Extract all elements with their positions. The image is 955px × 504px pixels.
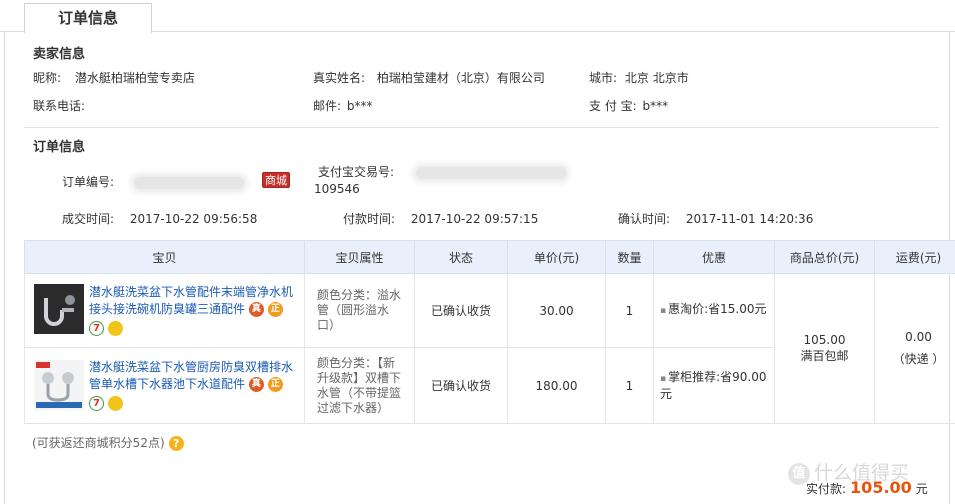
authentic-icon[interactable]: 真 [248,376,264,392]
item-price: 180.00 [507,347,606,424]
service-guarantee-icon[interactable] [108,395,123,411]
alipay-trade-suffix: 109546 [314,182,360,196]
item-discount-text: 惠淘价:省15.00元 [668,302,767,316]
confirm-time-label: 确认时间: [618,212,671,226]
item-cell: 潜水艇洗菜盆下水管配件末端管净水机接头接洗碗机防臭罐三通配件 真正 7 [24,273,305,348]
seller-email-value: b*** [346,99,373,113]
seller-email: 邮件: b*** [313,97,373,114]
confirm-time-value: 2017-11-01 14:20:36 [685,212,814,226]
help-icon[interactable]: ? [168,436,184,451]
column-header: 状态 [414,240,508,274]
seller-section-title: 卖家信息 [33,47,86,62]
column-header: 宝贝 [24,240,305,274]
section-divider [24,127,939,128]
service-guarantee-icon[interactable] [108,320,123,336]
seller-alipay-value: b*** [642,99,669,113]
column-header: 单价(元) [507,240,606,274]
confirm-time: 确认时间: 2017-11-01 14:20:36 [618,210,813,227]
column-header: 运费(元) [874,240,955,274]
seven-day-return-icon[interactable]: 7 [89,395,104,411]
seller-phone-label: 联系电话: [33,99,86,113]
payment-unit: 元 [915,482,928,496]
item-discount: ▪ 掌柜推荐:省90.00元 [653,347,775,424]
seller-alipay: 支 付 宝: b*** [589,97,668,114]
seller-city: 城市: 北京 北京市 [589,69,689,86]
item-status: 已确认收货 [414,273,508,348]
authentic-icon[interactable]: 真 [248,301,264,317]
column-header: 优惠 [653,240,775,274]
pay-time: 付款时间: 2017-10-22 09:57:15 [343,210,538,227]
item-attribute: 颜色分类：溢水管（圆形溢水口） [304,273,415,348]
genuine-icon[interactable]: 正 [267,301,283,317]
seller-realname-label: 真实姓名: [313,71,366,85]
seller-nickname-label: 昵称: [33,71,62,85]
seller-city-value: 北京 北京市 [624,71,689,85]
item-attribute: 颜色分类：【新升级款】双槽下水管（不带提篮过滤下水器） [304,347,415,424]
seller-nickname-value: 潜水艇柏瑞柏莹专卖店 [74,71,195,85]
item-quantity: 1 [605,273,654,348]
payment-amount: 105.00 [850,478,912,497]
item-discount-text: 掌柜推荐:省90.00元 [660,369,767,401]
seller-city-label: 城市: [589,71,618,85]
table-row: 潜水艇洗菜盆下水管配件末端管净水机接头接洗碗机防臭罐三通配件 真正 7 颜色分类… [24,273,955,424]
order-number: 订单编号: [62,173,244,190]
column-header: 商品总价(元) [774,240,875,274]
genuine-icon[interactable]: 正 [267,376,283,392]
item-price: 30.00 [507,273,606,348]
deal-time-label: 成交时间: [62,212,115,226]
pay-time-value: 2017-10-22 09:57:15 [410,212,539,226]
alipay-trade-number: 支付宝交易号: 109546 [314,164,566,198]
shipping-method: （快递 ） [892,352,945,366]
order-section-title: 订单信息 [33,140,86,155]
seller-realname: 真实姓名: 柏瑞柏莹建材（北京）有限公司 [313,69,545,86]
item-quantity: 1 [605,347,654,424]
seller-alipay-label: 支 付 宝: [589,99,637,113]
item-cell: 潜水艇洗菜盆下水管厨房防臭双槽排水管单水槽下水器池下水道配件 真正 7 [24,347,305,424]
order-number-label: 订单编号: [62,175,115,189]
shipping-cell: 0.00 （快递 ） [874,273,955,424]
order-total-cell: 105.00 满百包邮 [774,273,875,424]
table-header-row: 宝贝 宝贝属性 状态 单价(元) 数量 优惠 商品总价(元) 运费(元) [24,240,955,274]
order-items-table: 宝贝 宝贝属性 状态 单价(元) 数量 优惠 商品总价(元) 运费(元) 潜水艇… [24,240,955,424]
seller-email-label: 邮件: [313,99,342,113]
product-thumbnail-image[interactable] [34,360,84,410]
payment-label: 实付款: [806,482,847,496]
order-number-redacted [133,176,244,189]
points-notice: (可获返还商城积分52点)? [32,434,184,451]
mall-badge: 商城 [262,172,290,188]
column-header: 宝贝属性 [304,240,415,274]
deal-time: 成交时间: 2017-10-22 09:56:58 [62,210,257,227]
order-total-amount: 105.00 [803,333,846,347]
deal-time-value: 2017-10-22 09:56:58 [129,212,258,226]
tab-order-info[interactable]: 订单信息 [24,3,152,33]
alipay-trade-label: 支付宝交易号: [318,165,395,179]
seven-day-return-icon[interactable]: 7 [89,320,104,336]
item-discount: ▪ 惠淘价:省15.00元 [653,273,775,348]
pay-time-label: 付款时间: [343,212,396,226]
item-status: 已确认收货 [414,347,508,424]
payment-total: 实付款: 105.00 元 [806,478,928,497]
product-thumbnail-image[interactable] [34,284,84,334]
seller-realname-value: 柏瑞柏莹建材（北京）有限公司 [376,71,545,85]
shipping-amount: 0.00 [905,330,932,344]
seller-nickname: 昵称: 潜水艇柏瑞柏莹专卖店 [33,69,195,86]
column-header: 数量 [605,240,654,274]
order-total-note: 满百包邮 [800,349,849,363]
tab-bar: 订单信息 [0,0,955,33]
points-text: (可获返还商城积分52点) [32,436,165,450]
alipay-trade-redacted [415,166,566,179]
